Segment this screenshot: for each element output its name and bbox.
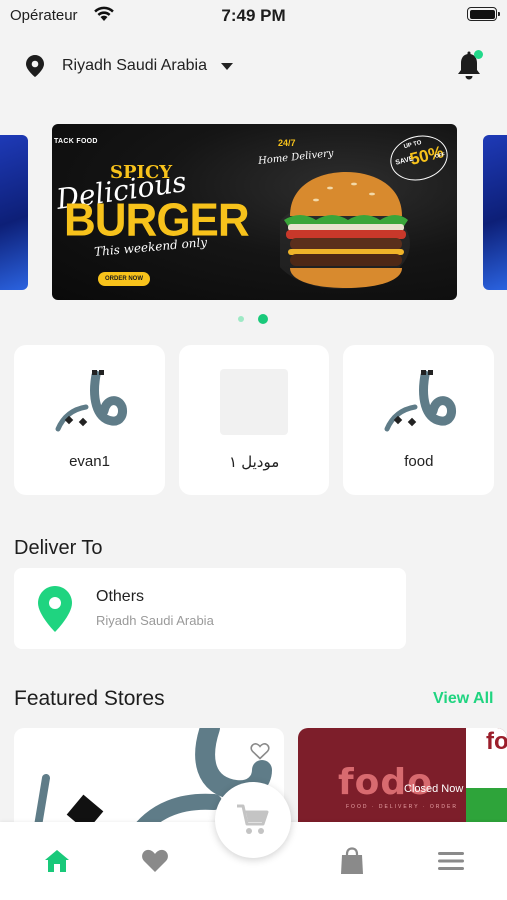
category-list: evan1 موديل ١ food	[14, 345, 495, 495]
category-label: food	[404, 453, 434, 470]
favorite-heart-icon[interactable]	[250, 742, 270, 760]
carousel-dot[interactable]	[238, 316, 244, 322]
deliver-to-title: Deliver To	[14, 537, 103, 559]
location-selector[interactable]: Riyadh Saudi Arabia	[26, 52, 233, 80]
burger-image	[280, 172, 410, 289]
featured-stores-title: Featured Stores	[14, 687, 165, 710]
location-pin-icon	[38, 586, 72, 632]
category-card[interactable]: evan1	[14, 345, 165, 495]
category-logo-icon	[55, 370, 127, 432]
home-icon[interactable]	[42, 846, 72, 876]
banner-order-now: ORDER NOW	[98, 272, 150, 286]
address-text: Riyadh Saudi Arabia	[96, 613, 214, 628]
cart-button[interactable]	[215, 782, 291, 858]
banner-hours: 24/7	[278, 138, 296, 148]
heart-icon[interactable]	[140, 846, 170, 876]
cart-icon	[237, 804, 269, 834]
promo-banner[interactable]: TACK FOOD SPICY Delicious BURGER This we…	[52, 124, 457, 300]
category-label: evan1	[69, 453, 110, 470]
chevron-down-icon	[220, 62, 233, 70]
location-pin-icon	[26, 55, 44, 77]
view-all-link[interactable]: View All	[433, 690, 493, 708]
category-logo-icon	[384, 370, 457, 432]
carousel-next-slide[interactable]	[483, 135, 507, 290]
category-card[interactable]: food	[343, 345, 495, 495]
menu-icon[interactable]	[436, 846, 466, 876]
carousel-indicator	[238, 314, 268, 324]
store-status-badge: Closed Now	[404, 783, 464, 795]
store-partial-logo: fo	[486, 728, 507, 755]
clock: 7:49 PM	[221, 6, 286, 25]
delivery-address-card[interactable]: Others Riyadh Saudi Arabia	[14, 568, 406, 649]
shopping-bag-icon[interactable]	[337, 846, 367, 876]
notification-badge	[474, 50, 483, 59]
category-label: موديل ١	[229, 454, 280, 471]
store-tagline: FOOD · DELIVERY · ORDER	[346, 804, 458, 810]
battery-icon	[467, 7, 500, 21]
status-bar: Opérateur 7:49 PM	[0, 0, 507, 32]
banner-brand: TACK FOOD	[54, 138, 98, 145]
carousel-prev-slide[interactable]	[0, 135, 28, 290]
address-name: Others	[96, 588, 145, 605]
category-card[interactable]: موديل ١	[178, 345, 330, 495]
category-image	[219, 369, 288, 435]
carousel-dot-active[interactable]	[258, 314, 268, 324]
location-label: Riyadh Saudi Arabia	[62, 57, 207, 74]
